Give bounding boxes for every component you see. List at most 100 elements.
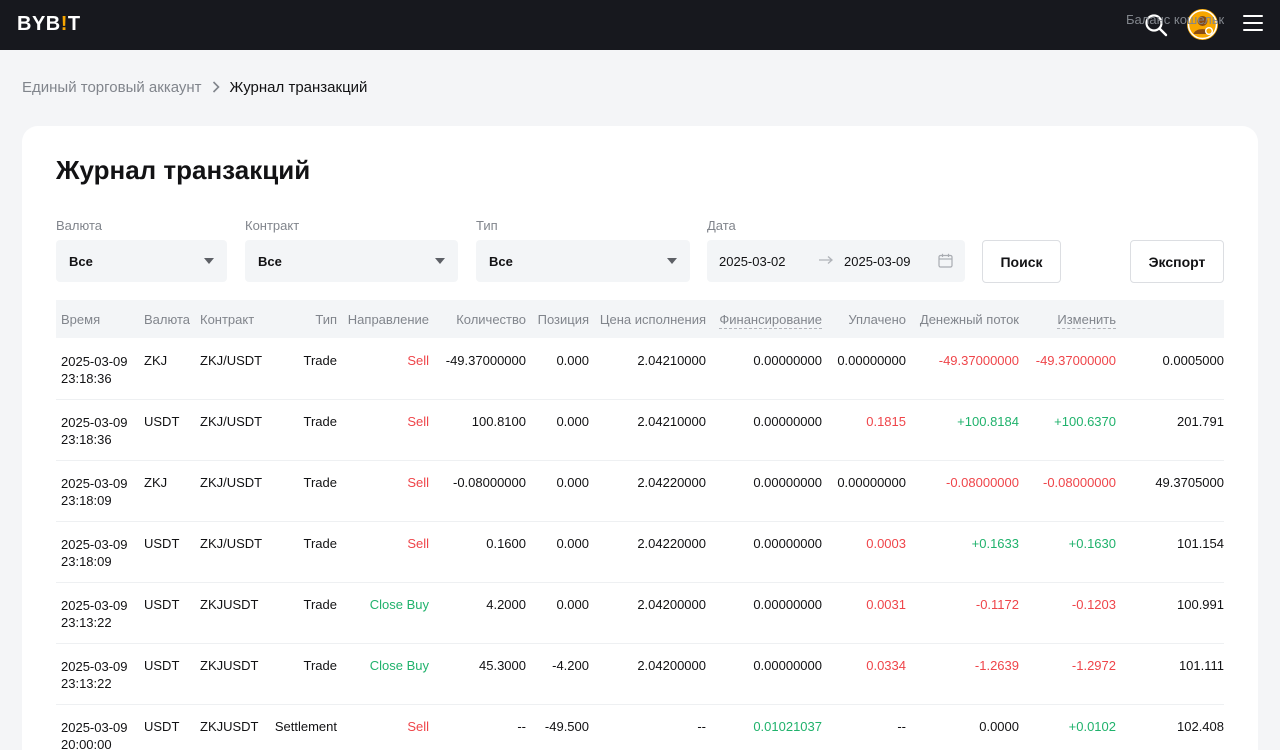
cell-time-of-day: 23:13:22 bbox=[61, 676, 112, 691]
cell-position: 0.000 bbox=[556, 353, 589, 368]
table-row: 2025-03-09 23:13:22 USDT ZKJUSDT Trade Close … bbox=[56, 644, 1224, 705]
date-range-picker[interactable]: 2025-03-02 2025-03-09 bbox=[707, 240, 965, 282]
cell-date: 2025-03-09 bbox=[61, 720, 128, 735]
cell-funding: 0.01021037 bbox=[753, 719, 822, 734]
cell-cashflow: +0.1633 bbox=[971, 536, 1019, 551]
cell-time: 2025-03-09 23:13:22 bbox=[61, 597, 128, 631]
cell-paid: 0.00000000 bbox=[837, 353, 906, 368]
cell-qty: -- bbox=[517, 719, 526, 734]
cell-time-of-day: 23:18:09 bbox=[61, 554, 112, 569]
cell-date: 2025-03-09 bbox=[61, 415, 128, 430]
cell-qty: 45.3000 bbox=[479, 658, 526, 673]
cell-funding: 0.00000000 bbox=[753, 353, 822, 368]
cell-type: Settlement bbox=[274, 719, 337, 734]
cell-currency: USDT bbox=[144, 719, 180, 734]
cell-direction: Sell bbox=[407, 475, 429, 490]
cell-type: Trade bbox=[303, 597, 337, 612]
date-to-value[interactable]: 2025-03-09 bbox=[844, 254, 911, 269]
arrow-right-icon bbox=[819, 256, 833, 264]
breadcrumb-current: Журнал транзакций bbox=[229, 79, 368, 96]
column-header-time: Время bbox=[61, 312, 101, 327]
bybit-logo[interactable]: BYB!T bbox=[17, 13, 81, 36]
cell-balance: 100.991 bbox=[1177, 597, 1224, 612]
cell-type: Trade bbox=[303, 536, 337, 551]
export-button[interactable]: Экспорт bbox=[1130, 240, 1224, 283]
cell-date: 2025-03-09 bbox=[61, 598, 128, 613]
table-row: 2025-03-09 23:18:36 ZKJ ZKJ/USDT Trade Sell -4… bbox=[56, 339, 1224, 400]
cell-change: -1.2972 bbox=[1071, 658, 1116, 673]
currency-select[interactable]: Все bbox=[56, 240, 227, 282]
search-button[interactable]: Поиск bbox=[982, 240, 1061, 283]
cell-contract: ZKJ/USDT bbox=[200, 475, 263, 490]
cell-time: 2025-03-09 23:18:36 bbox=[61, 353, 128, 387]
cell-date: 2025-03-09 bbox=[61, 659, 128, 674]
calendar-icon[interactable] bbox=[938, 253, 953, 268]
cell-funding: 0.00000000 bbox=[753, 536, 822, 551]
cell-time: 2025-03-09 23:18:09 bbox=[61, 536, 128, 570]
cell-position: -49.500 bbox=[544, 719, 589, 734]
cell-contract: ZKJUSDT bbox=[200, 719, 259, 734]
type-select[interactable]: Все bbox=[476, 240, 690, 282]
cell-position: 0.000 bbox=[556, 536, 589, 551]
cell-position: 0.000 bbox=[556, 475, 589, 490]
column-header-type: Тип bbox=[315, 312, 337, 327]
caret-down-icon bbox=[667, 258, 677, 264]
cell-price: 2.04220000 bbox=[637, 536, 706, 551]
cell-contract: ZKJUSDT bbox=[200, 597, 259, 612]
table-row: 2025-03-09 23:18:36 USDT ZKJ/USDT Trade Sell 1… bbox=[56, 400, 1224, 461]
contract-select[interactable]: Все bbox=[245, 240, 458, 282]
caret-down-icon bbox=[204, 258, 214, 264]
cell-contract: ZKJ/USDT bbox=[200, 353, 263, 368]
cell-position: 0.000 bbox=[556, 597, 589, 612]
cell-balance: 101.111 bbox=[1178, 658, 1224, 673]
contract-filter-label: Контракт bbox=[245, 218, 300, 233]
cell-currency: ZKJ bbox=[144, 353, 168, 368]
hamburger-menu-icon[interactable] bbox=[1243, 15, 1263, 33]
table-row: 2025-03-09 20:00:00 USDT ZKJUSDT Settlement S… bbox=[56, 705, 1224, 750]
column-header-change[interactable]: Изменить bbox=[1057, 312, 1116, 329]
cell-direction: Close Buy bbox=[369, 597, 429, 612]
cell-qty: 0.1600 bbox=[486, 536, 526, 551]
cell-contract: ZKJ/USDT bbox=[200, 414, 263, 429]
table-row: 2025-03-09 23:18:09 USDT ZKJ/USDT Trade Sell 0… bbox=[56, 522, 1224, 583]
cell-paid: 0.0031 bbox=[866, 597, 906, 612]
breadcrumb-parent-link[interactable]: Единый торговый аккаунт bbox=[22, 79, 202, 96]
cell-cashflow: -0.1172 bbox=[975, 597, 1019, 612]
contract-select-value: Все bbox=[258, 253, 282, 269]
cell-currency: USDT bbox=[144, 414, 180, 429]
column-header-direction: Направление bbox=[347, 312, 429, 327]
column-header-position: Позиция bbox=[537, 312, 589, 327]
column-header-currency: Валюта bbox=[144, 312, 190, 327]
cell-price: -- bbox=[697, 719, 706, 734]
caret-down-icon bbox=[435, 258, 445, 264]
cell-type: Trade bbox=[303, 353, 337, 368]
cell-funding: 0.00000000 bbox=[753, 475, 822, 490]
cell-change: +0.1630 bbox=[1068, 536, 1116, 551]
cell-price: 2.04210000 bbox=[637, 414, 706, 429]
column-header-funding[interactable]: Финансирование bbox=[719, 312, 822, 329]
column-header-contract: Контракт bbox=[200, 312, 255, 327]
cell-direction: Close Buy bbox=[369, 658, 429, 673]
cell-change: +100.6370 bbox=[1054, 414, 1116, 429]
cell-type: Trade bbox=[303, 475, 337, 490]
date-from-value[interactable]: 2025-03-02 bbox=[719, 254, 786, 269]
type-select-value: Все bbox=[489, 253, 513, 269]
cell-cashflow: -1.2639 bbox=[974, 658, 1019, 673]
table-header: Время Валюта Контракт Тип Направление Ко… bbox=[56, 300, 1224, 338]
cell-time-of-day: 23:18:36 bbox=[61, 432, 112, 447]
cell-cashflow: 0.0000 bbox=[979, 719, 1019, 734]
cell-price: 2.04200000 bbox=[637, 597, 706, 612]
cell-date: 2025-03-09 bbox=[61, 537, 128, 552]
cell-cashflow: -0.08000000 bbox=[945, 475, 1019, 490]
cell-change: +0.0102 bbox=[1068, 719, 1116, 734]
cell-change: -0.08000000 bbox=[1042, 475, 1116, 490]
cell-contract: ZKJUSDT bbox=[200, 658, 259, 673]
currency-filter-label: Валюта bbox=[56, 218, 102, 233]
cell-time: 2025-03-09 23:13:22 bbox=[61, 658, 128, 692]
cell-price: 2.04200000 bbox=[637, 658, 706, 673]
cell-price: 2.04210000 bbox=[637, 353, 706, 368]
cell-currency: USDT bbox=[144, 597, 180, 612]
cell-funding: 0.00000000 bbox=[753, 414, 822, 429]
page-title: Журнал транзакций bbox=[56, 155, 311, 185]
column-header-balance: Баланс кошелька bbox=[1126, 12, 1224, 27]
